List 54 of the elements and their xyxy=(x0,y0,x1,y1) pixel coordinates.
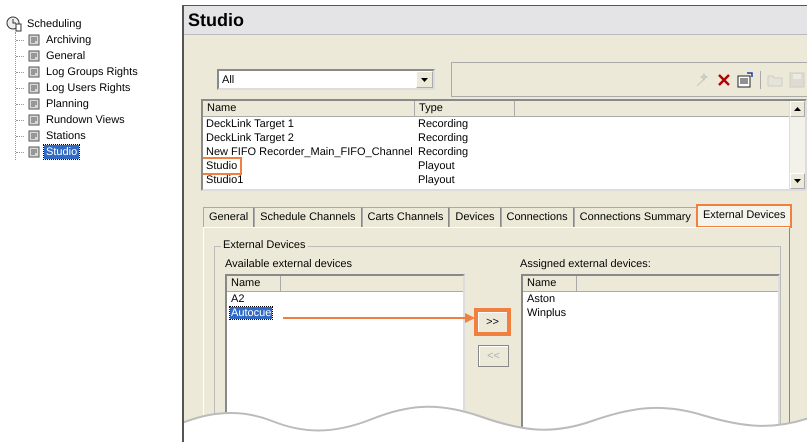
list-label: Available external devices xyxy=(225,258,353,272)
table-cell-text: Playout xyxy=(417,160,456,172)
table-cell[interactable]: New FIFO Recorder_Main_FIFO_Channel xyxy=(203,145,416,159)
tree-item[interactable]: Planning xyxy=(44,97,91,111)
table-cell[interactable]: DeckLink Target 1 xyxy=(203,117,297,131)
table-cell-text: Playout xyxy=(417,174,456,186)
tree-item[interactable]: Log Users Rights xyxy=(44,81,132,95)
tab[interactable]: Devices xyxy=(449,207,500,227)
scroll-down-icon[interactable] xyxy=(794,179,801,183)
scroll-up-icon[interactable] xyxy=(794,107,801,111)
table-cell-text: Recording xyxy=(417,146,470,158)
item-icon xyxy=(27,113,41,127)
item-icon xyxy=(27,129,41,143)
item-icon xyxy=(27,65,41,79)
tree-item[interactable]: Log Groups Rights xyxy=(44,65,140,79)
tab[interactable]: Schedule Channels xyxy=(254,207,362,227)
item-icon xyxy=(27,81,41,95)
item-icon xyxy=(27,33,41,47)
list-item[interactable]: Autocue xyxy=(230,307,272,319)
list-label: Assigned external devices: xyxy=(520,258,651,272)
delete-icon[interactable] xyxy=(716,72,732,88)
list-item[interactable]: Aston xyxy=(526,293,556,305)
group-title: External Devices xyxy=(221,239,308,251)
tree-root-label[interactable]: Scheduling xyxy=(25,17,84,31)
tree-item[interactable]: Archiving xyxy=(44,33,94,47)
list-item[interactable]: Winplus xyxy=(526,307,568,319)
tree-item[interactable]: Stations xyxy=(44,129,88,143)
tab[interactable]: General xyxy=(203,207,254,227)
column-header[interactable]: Type xyxy=(415,101,515,116)
table-cell[interactable]: Studio1 xyxy=(203,173,246,187)
dropdown-arrow-icon xyxy=(421,78,428,82)
table-cell[interactable]: Studio xyxy=(203,159,240,173)
column-header[interactable]: Name xyxy=(523,276,577,291)
item-icon xyxy=(27,49,41,63)
tab[interactable]: External Devices xyxy=(696,205,792,227)
properties-icon[interactable] xyxy=(736,72,754,88)
list-item[interactable]: A2 xyxy=(230,293,246,305)
item-icon xyxy=(27,97,41,111)
add-button[interactable]: >> xyxy=(476,310,509,334)
clock-icon xyxy=(6,16,22,32)
item-icon xyxy=(27,145,41,159)
table-cell[interactable]: DeckLink Target 2 xyxy=(203,131,297,145)
window-title: Studio xyxy=(184,6,807,35)
table-cell-text: Recording xyxy=(417,118,470,130)
tree-item[interactable]: Studio xyxy=(44,145,80,159)
table-cell-text: Recording xyxy=(417,132,470,144)
tab[interactable]: Connections xyxy=(500,207,574,227)
column-header[interactable]: Name xyxy=(203,101,415,116)
tab[interactable]: Carts Channels xyxy=(362,207,450,227)
tab[interactable]: Connections Summary xyxy=(574,207,697,227)
filter-dropdown[interactable]: All xyxy=(217,69,435,90)
tree-item[interactable]: General xyxy=(44,49,88,63)
tree-item[interactable]: Rundown Views xyxy=(44,113,127,127)
scrollbar[interactable] xyxy=(789,101,805,189)
